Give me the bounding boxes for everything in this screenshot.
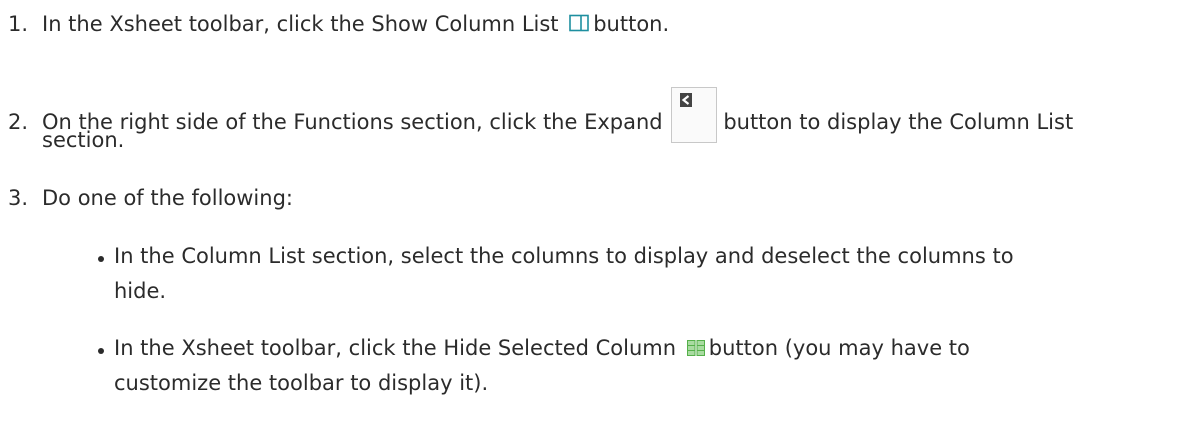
step-3: 3. Do one of the following: [8,182,293,214]
step-text: In the Xsheet toolbar, click the Show Co… [42,12,559,36]
bullet-2-line-2: customize the toolbar to display it). [114,371,489,395]
bullet-2-line-1: In the Xsheet toolbar, click the Hide Se… [114,332,970,365]
step-text: Do one of the following: [42,186,293,210]
step-text: On the right side of the Functions secti… [42,110,663,134]
step-2-continuation: section. [42,128,125,152]
bullet-text-after: button (you may have to [708,336,970,360]
step-text-after: button to display the Column List [723,110,1074,134]
step-number: 1. [8,12,29,36]
bullet-1-line-2: hide. [114,279,167,303]
bullet-dot [98,256,104,262]
step-text-after: button. [593,12,670,36]
bullet-1-line-1: In the Column List section, select the c… [114,244,1014,268]
expand-icon [671,87,718,143]
step-number: 2. [8,110,29,134]
hide-selected-column-icon [686,333,705,365]
bullet-dot [98,348,104,354]
show-column-list-icon [569,9,590,41]
bullet-text: In the Xsheet toolbar, click the Hide Se… [114,336,677,360]
step-number: 3. [8,186,29,210]
step-2: 2. On the right side of the Functions sec… [8,87,1073,143]
step-1: 1. In the Xsheet toolbar, click the Show … [8,8,669,41]
